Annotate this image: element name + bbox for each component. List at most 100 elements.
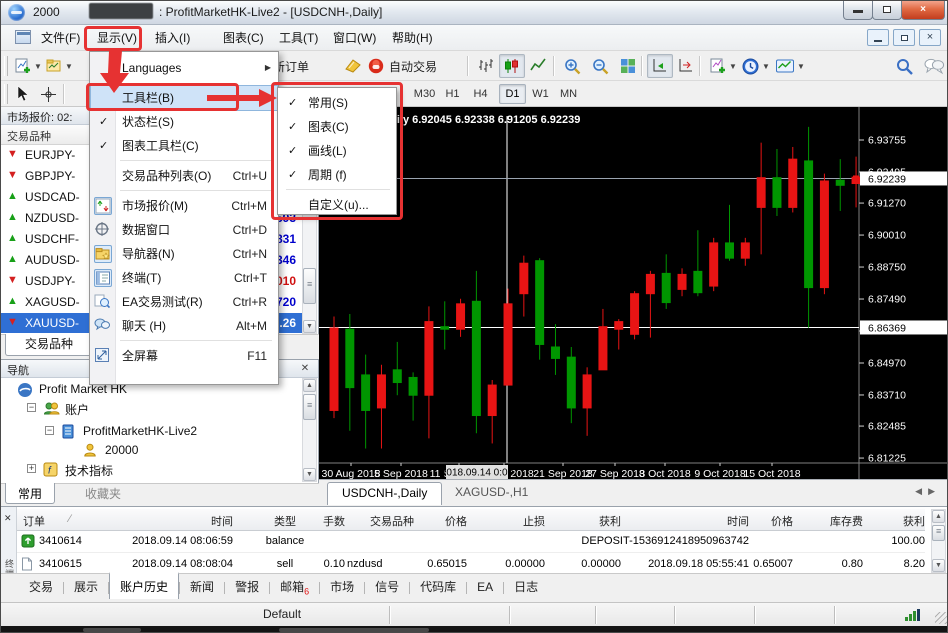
terminal-tab-10[interactable]: EA xyxy=(467,576,503,598)
terminal-column-header[interactable]: 订单 xyxy=(23,513,45,529)
menubar-item-4[interactable]: 图表(C) xyxy=(215,28,272,48)
navigator-tab-1[interactable]: 常用 xyxy=(5,483,55,504)
terminal-column-header[interactable]: 库存费 xyxy=(830,513,863,529)
close-icon[interactable]: ✕ xyxy=(298,362,312,376)
view-menu-item-10[interactable]: 导航器(N)Ctrl+N xyxy=(91,242,277,266)
menubar-item-6[interactable]: 窗口(W) xyxy=(325,28,384,48)
terminal-tab-7[interactable]: 市场 xyxy=(320,574,364,599)
terminal-column-header[interactable]: 止损 xyxy=(523,513,545,529)
menubar-item-5[interactable]: 工具(T) xyxy=(271,28,326,48)
view-menu-item-8[interactable]: 市场报价(M)Ctrl+M xyxy=(91,194,277,218)
view-menu-item-15[interactable]: 全屏幕F11 xyxy=(91,344,277,368)
mdi-restore-button[interactable] xyxy=(893,29,915,46)
crosshair-button[interactable] xyxy=(36,82,61,106)
tab-symbols[interactable]: 交易品种 xyxy=(5,334,93,356)
profile-label[interactable]: Default xyxy=(263,607,301,621)
minimize-button[interactable] xyxy=(843,1,873,20)
timeframe-h1[interactable]: H1 xyxy=(439,84,466,104)
terminal-column-header[interactable]: 获利 xyxy=(599,513,621,529)
terminal-row-2[interactable]: 34106152018.09.14 08:08:04sell0.10nzdusd… xyxy=(17,554,925,573)
nav-tree-item-2[interactable]: −账户 xyxy=(1,400,301,417)
line-chart-mode-button[interactable] xyxy=(525,54,551,78)
view-menu-item-6[interactable]: 交易品种列表(O)Ctrl+U xyxy=(91,164,277,188)
toolbars-submenu-item-1[interactable]: ✓常用(S) xyxy=(279,91,395,115)
menubar-item-3[interactable]: 插入(I) xyxy=(147,28,198,48)
timeframe-w1[interactable]: W1 xyxy=(527,84,554,104)
scroll-up-icon[interactable]: ▲ xyxy=(303,379,316,392)
terminal-tab-3[interactable]: 账户历史 xyxy=(109,572,179,599)
nav-tree-item-3[interactable]: −ProfitMarketHK-Live2 xyxy=(1,423,301,440)
terminal-column-header[interactable]: 价格 xyxy=(445,513,467,529)
templates-button[interactable]: ▼ xyxy=(771,54,809,78)
view-menu-item-4[interactable]: ✓图表工具栏(C) xyxy=(91,134,277,158)
menubar-item-2[interactable]: 显示(V) xyxy=(89,28,145,48)
auto-scroll-button[interactable] xyxy=(647,54,673,78)
view-menu-item-11[interactable]: 终端(T)Ctrl+T xyxy=(91,266,277,290)
timeframe-d1[interactable]: D1 xyxy=(499,84,526,104)
menubar-item-1[interactable]: 文件(F) xyxy=(33,28,88,48)
view-menu-item-13[interactable]: 聊天 (H)Alt+M xyxy=(91,314,277,338)
toolbar-grip[interactable] xyxy=(4,84,8,104)
terminal-tab-11[interactable]: 日志 xyxy=(504,574,548,599)
toolbars-submenu-item-3[interactable]: ✓画线(L) xyxy=(279,139,395,163)
menubar-item-7[interactable]: 帮助(H) xyxy=(384,28,441,48)
view-menu-item-9[interactable]: 数据窗口Ctrl+D xyxy=(91,218,277,242)
scroll-down-icon[interactable]: ▼ xyxy=(303,320,316,333)
zoom-in-button[interactable] xyxy=(559,54,586,78)
terminal-column-header[interactable]: 时间 xyxy=(727,513,749,529)
periods-button[interactable]: ▼ xyxy=(737,54,774,78)
terminal-tab-5[interactable]: 警报 xyxy=(225,574,269,599)
terminal-column-header[interactable]: 时间 xyxy=(211,513,233,529)
terminal-tab-1[interactable]: 交易 xyxy=(19,574,63,599)
navigator-tab-2[interactable]: 收藏夹 xyxy=(73,483,133,504)
timeframe-mn[interactable]: MN xyxy=(555,84,582,104)
tile-windows-button[interactable] xyxy=(615,54,641,78)
nav-tree-item-5[interactable]: +f技术指标 xyxy=(1,461,301,478)
mdi-minimize-button[interactable] xyxy=(867,29,889,46)
terminal-column-header[interactable]: 价格 xyxy=(771,513,793,529)
terminal-column-header[interactable]: 交易品种 xyxy=(352,513,432,529)
scroll-up-icon[interactable]: ▲ xyxy=(932,510,945,523)
close-button[interactable]: × xyxy=(901,1,945,20)
terminal-column-header[interactable]: 获利 xyxy=(903,513,925,529)
chat-button[interactable] xyxy=(919,54,948,78)
terminal-row-1[interactable]: 34106142018.09.14 08:06:59balanceDEPOSIT… xyxy=(17,531,925,553)
view-menu-item-3[interactable]: ✓状态栏(S) xyxy=(91,110,277,134)
terminal-tab-9[interactable]: 代码库 xyxy=(410,574,466,599)
candle-chart-mode-button[interactable] xyxy=(499,54,525,78)
cursor-button[interactable] xyxy=(10,82,35,106)
chart-tab-2[interactable]: XAGUSD-,H1 xyxy=(441,482,542,505)
view-menu-item-2[interactable]: 工具栏(B)▶ xyxy=(91,86,277,110)
collapse-icon[interactable]: − xyxy=(27,403,36,412)
scroll-down-icon[interactable]: ▼ xyxy=(303,468,316,481)
timeframe-m30[interactable]: M30 xyxy=(411,84,438,104)
chart-tab-1[interactable]: USDCNH-,Daily xyxy=(327,482,442,505)
column-symbol[interactable]: 交易品种 xyxy=(7,128,51,144)
chart-shift-button[interactable] xyxy=(673,54,699,78)
scroll-down-icon[interactable]: ▼ xyxy=(932,559,945,572)
terminal-column-header[interactable]: 手数 xyxy=(323,513,345,529)
profiles-button[interactable]: ▼ xyxy=(41,54,77,78)
toolbars-submenu-item-4[interactable]: ✓周期 (f) xyxy=(279,163,395,187)
terminal-scrollbar[interactable]: ▲ ▼ xyxy=(931,509,946,573)
restore-button[interactable] xyxy=(872,1,902,20)
view-menu-item-1[interactable]: Languages▶ xyxy=(91,56,277,80)
view-menu-item-12[interactable]: EA交易测试(R)Ctrl+R xyxy=(91,290,277,314)
nav-tree-item-4[interactable]: 20000 xyxy=(1,442,301,459)
timeframe-h4[interactable]: H4 xyxy=(467,84,494,104)
chart-window[interactable]: 6.937556.924956.912706.900106.887506.874… xyxy=(319,107,948,479)
bar-chart-mode-button[interactable] xyxy=(473,54,499,78)
indicators-button[interactable]: ▼ xyxy=(705,54,741,78)
navigator-scrollbar[interactable]: ▲ ▼ xyxy=(302,378,317,482)
candlestick-chart[interactable]: 6.937556.924956.912706.900106.887506.874… xyxy=(319,107,948,479)
tab-scroll-arrows[interactable]: ◀▶ xyxy=(915,486,941,497)
toolbars-submenu-item-6[interactable]: 自定义(u)... xyxy=(279,193,395,217)
close-icon[interactable]: ✕ xyxy=(4,513,12,524)
search-button[interactable] xyxy=(891,54,918,78)
zoom-out-button[interactable] xyxy=(587,54,614,78)
toolbar-grip[interactable] xyxy=(4,56,8,76)
terminal-tab-2[interactable]: 展示 xyxy=(64,574,108,599)
mdi-close-button[interactable]: × xyxy=(919,29,941,46)
toolbars-submenu-item-2[interactable]: ✓图表(C) xyxy=(279,115,395,139)
terminal-tab-6[interactable]: 邮箱6 xyxy=(270,574,319,600)
